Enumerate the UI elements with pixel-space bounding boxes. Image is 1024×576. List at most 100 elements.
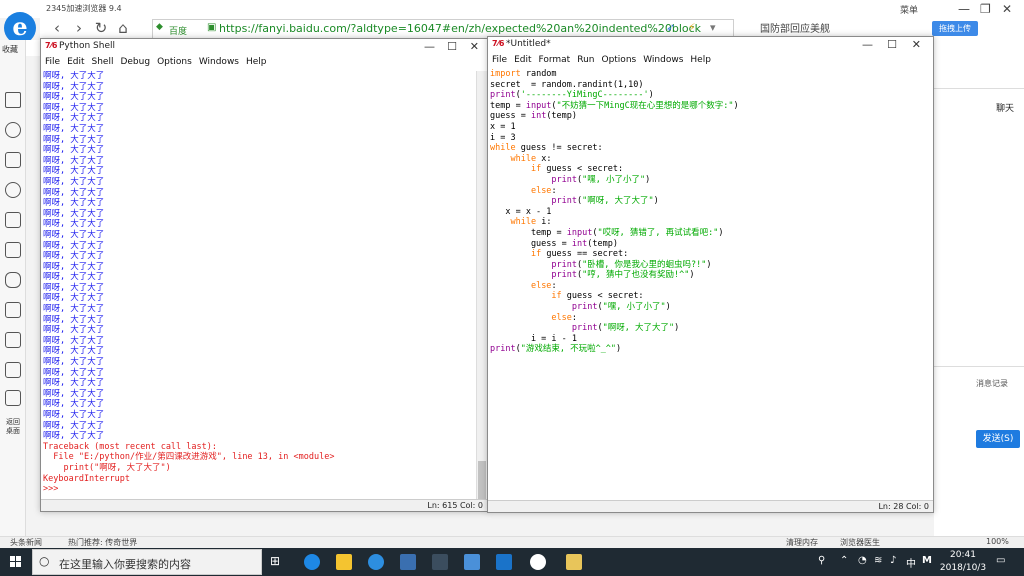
steam-icon[interactable] — [432, 554, 448, 570]
monitor-icon[interactable] — [5, 332, 21, 348]
zoom-level[interactable]: 100% — [986, 537, 1009, 546]
clean-memory-button[interactable]: 清理内存 — [786, 537, 818, 548]
ime-mode-indicator[interactable]: M — [922, 555, 932, 566]
person-icon[interactable]: ⚲ — [818, 555, 825, 566]
status-hot-link[interactable]: 热门推荐: 传奇世界 — [68, 537, 137, 548]
shell-menu-edit[interactable]: Edit — [67, 55, 84, 70]
shell-menu-shell[interactable]: Shell — [92, 55, 114, 70]
shell-scroll-thumb[interactable] — [478, 461, 486, 499]
star-icon[interactable] — [5, 92, 21, 108]
code-token: while — [510, 217, 537, 228]
editor-menu-help[interactable]: Help — [690, 53, 711, 68]
chat-label[interactable]: 聊天 — [996, 101, 1014, 114]
code-token: "嘿, 小了小了" — [602, 302, 666, 313]
ime-indicator[interactable]: 中 — [906, 555, 916, 570]
shell-output-line: 啊呀, 大了大了 — [43, 431, 105, 442]
clock-time[interactable]: 20:41 — [943, 549, 983, 561]
browser-menu-button[interactable]: 菜单 — [900, 3, 918, 16]
shell-scrollbar[interactable] — [476, 71, 487, 499]
home-icon[interactable]: ⌂ — [114, 19, 132, 37]
editor-menu-edit[interactable]: Edit — [514, 53, 531, 68]
shell-minimize-icon[interactable]: — — [424, 40, 435, 53]
editor-window: 7⁄6 *Untitled* — ☐ ✕ File Edit Format Run Op… — [487, 36, 934, 513]
editor-maximize-icon[interactable]: ☐ — [887, 38, 897, 51]
forward-icon[interactable]: › — [70, 19, 88, 37]
code-token: : — [571, 312, 578, 323]
search-engine-label: 百度 — [169, 27, 188, 37]
clock-date[interactable]: 2018/10/3 — [938, 562, 988, 574]
history-icon[interactable] — [5, 122, 21, 138]
app-icon-3[interactable] — [464, 554, 480, 570]
shell-menu-windows[interactable]: Windows — [199, 55, 239, 70]
python-idle-icon[interactable] — [566, 554, 582, 570]
code-token: "哎呀, 猜错了, 再试试看吧:" — [597, 227, 719, 238]
browser-minimize-icon[interactable]: — — [958, 2, 970, 16]
message-record-link[interactable]: 消息记录 — [976, 378, 1008, 389]
chat-icon[interactable] — [5, 182, 21, 198]
file-explorer-icon[interactable] — [336, 554, 352, 570]
editor-close-icon[interactable]: ✕ — [912, 38, 921, 51]
dropdown-icon[interactable]: ▾ — [710, 21, 716, 34]
editor-menu-bar: File Edit Format Run Options Windows Help — [488, 53, 933, 68]
shell-menu-help[interactable]: Help — [246, 55, 267, 70]
app-icon-2[interactable] — [400, 554, 416, 570]
lightning-icon[interactable]: ⚡ — [688, 21, 696, 34]
rocket-icon[interactable]: ➶ — [666, 21, 675, 34]
app-icon-1[interactable] — [368, 554, 384, 570]
browser-doctor-button[interactable]: 浏览器医生 — [840, 537, 880, 548]
editor-minimize-icon[interactable]: — — [862, 38, 873, 51]
taobao-icon[interactable] — [5, 212, 21, 228]
notification-icon[interactable]: ▭ — [996, 555, 1005, 566]
lock-icon: ▣ — [207, 22, 217, 33]
volume-icon[interactable]: ♪ — [890, 555, 896, 566]
taskbar-search-input[interactable]: ○ 在这里输入你要搜索的内容 — [32, 549, 262, 575]
send-button[interactable]: 发送(S) — [976, 430, 1020, 448]
status-news-link[interactable]: 头条新闻 — [10, 537, 42, 548]
news-headline[interactable]: 国防部回应美舰 — [760, 20, 830, 35]
shell-close-icon[interactable]: ✕ — [470, 40, 479, 53]
code-line: print("嘿, 小了小了") — [490, 302, 931, 313]
network-icon[interactable]: ◔ — [858, 555, 867, 566]
shell-prompt[interactable]: >>> — [43, 484, 475, 495]
code-token: else — [551, 312, 572, 323]
editor-menu-format[interactable]: Format — [539, 53, 571, 68]
shell-output[interactable]: 啊呀, 大了大了 啊呀, 大了大了 啊呀, 大了大了 啊呀, 大了大了 啊呀, 大了大了… — [43, 71, 475, 499]
shell-maximize-icon[interactable]: ☐ — [447, 40, 457, 53]
windows-start-icon[interactable] — [0, 548, 30, 576]
shell-output-line: 啊呀, 大了大了 — [43, 282, 105, 293]
tool-icon[interactable] — [5, 242, 21, 258]
shell-menu-debug[interactable]: Debug — [120, 55, 150, 70]
code-editor[interactable]: import random secret = random.randint(1,1… — [490, 69, 931, 500]
code-token: temp = — [490, 100, 526, 111]
game-icon[interactable] — [5, 272, 21, 288]
editor-menu-options[interactable]: Options — [601, 53, 636, 68]
upload-button[interactable]: 拖拽上传 — [932, 21, 978, 36]
shell-menu-options[interactable]: Options — [157, 55, 192, 70]
news-icon[interactable] — [5, 152, 21, 168]
browser-close-icon[interactable]: ✕ — [1002, 2, 1012, 16]
favorites-label[interactable]: 收藏 — [2, 44, 18, 55]
code-token: while — [510, 153, 537, 164]
editor-menu-windows[interactable]: Windows — [643, 53, 683, 68]
shell-output-line: 啊呀, 大了大了 — [43, 293, 105, 304]
task-view-icon[interactable]: ⊞ — [270, 554, 280, 568]
shell-menu-file[interactable]: File — [45, 55, 60, 70]
return-desktop-button[interactable]: 返回桌面 — [3, 418, 23, 436]
calculator-icon[interactable] — [5, 362, 21, 378]
wifi-icon[interactable]: ≋ — [874, 555, 882, 566]
tray-expand-icon[interactable]: ⌃ — [840, 555, 848, 566]
list-icon[interactable] — [5, 390, 21, 406]
editor-menu-run[interactable]: Run — [577, 53, 594, 68]
browser-maximize-icon[interactable]: ❐ — [980, 2, 991, 16]
video-icon[interactable] — [5, 302, 21, 318]
app-icon-4[interactable] — [496, 554, 512, 570]
editor-menu-file[interactable]: File — [492, 53, 507, 68]
app-icon-5[interactable] — [530, 554, 546, 570]
code-line: while guess != secret: — [490, 143, 931, 154]
edge-browser-icon[interactable] — [304, 554, 320, 570]
url-text[interactable]: https://fanyi.baidu.com/?aldtype=16047#e… — [219, 22, 701, 35]
code-line: i = i - 1 — [490, 334, 931, 345]
back-icon[interactable]: ‹ — [48, 19, 66, 37]
refresh-icon[interactable]: ↻ — [92, 19, 110, 37]
